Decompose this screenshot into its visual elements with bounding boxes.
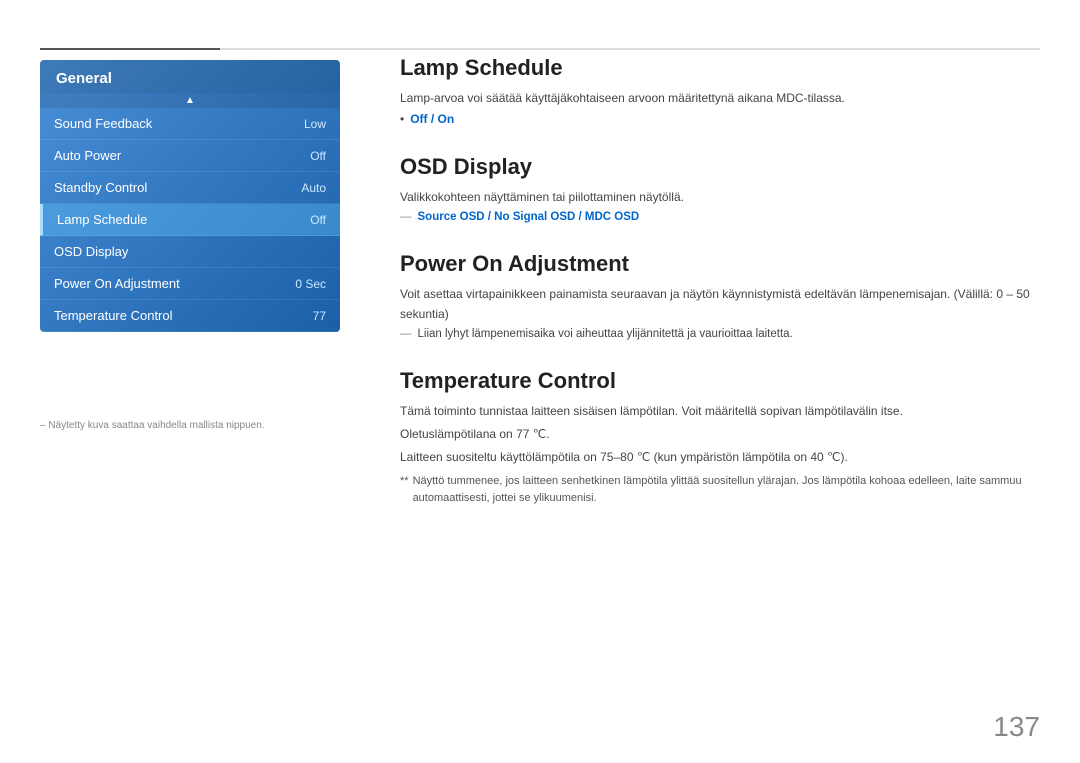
lamp-schedule-option: Off / On: [410, 112, 454, 126]
osd-display-title: OSD Display: [400, 154, 1040, 180]
sidebar-item-value: 77: [313, 309, 326, 323]
temperature-control-body1: Tämä toiminto tunnistaa laitteen sisäise…: [400, 402, 1040, 421]
section-temperature-control: Temperature Control Tämä toiminto tunnis…: [400, 368, 1040, 507]
sidebar-item-sound-feedback[interactable]: Sound Feedback Low: [40, 108, 340, 140]
sidebar-item-label: Power On Adjustment: [54, 276, 180, 291]
sidebar-item-label: Sound Feedback: [54, 116, 152, 131]
sidebar-item-value: 0 Sec: [295, 277, 326, 291]
top-bar: [40, 48, 1040, 50]
lamp-schedule-bullet: Off / On: [400, 112, 1040, 126]
sidebar-note: – Näytetty kuva saattaa vaihdella mallis…: [40, 420, 265, 431]
lamp-schedule-body: Lamp-arvoa voi säätää käyttäjäkohtaiseen…: [400, 89, 1040, 108]
temperature-control-title: Temperature Control: [400, 368, 1040, 394]
sidebar-item-power-on-adjustment[interactable]: Power On Adjustment 0 Sec: [40, 268, 340, 300]
main-content: Lamp Schedule Lamp-arvoa voi säätää käyt…: [400, 55, 1040, 723]
temperature-control-body3: Laitteen suositeltu käyttölämpötila on 7…: [400, 448, 1040, 467]
sidebar-item-standby-control[interactable]: Standby Control Auto: [40, 172, 340, 204]
sidebar-item-label: Temperature Control: [54, 308, 173, 323]
section-osd-display: OSD Display Valikkokohteen näyttäminen t…: [400, 154, 1040, 223]
sidebar-item-value: Off: [310, 149, 326, 163]
sidebar-item-label: Auto Power: [54, 148, 121, 163]
lamp-schedule-title: Lamp Schedule: [400, 55, 1040, 81]
sidebar-item-lamp-schedule[interactable]: Lamp Schedule Off: [40, 204, 340, 236]
sidebar-title: General: [40, 60, 340, 93]
sidebar-item-osd-display[interactable]: OSD Display: [40, 236, 340, 268]
osd-display-body: Valikkokohteen näyttäminen tai piilottam…: [400, 188, 1040, 207]
sidebar-item-temperature-control[interactable]: Temperature Control 77: [40, 300, 340, 332]
power-on-adjustment-title: Power On Adjustment: [400, 251, 1040, 277]
osd-display-subnote: Source OSD / No Signal OSD / MDC OSD: [400, 211, 1040, 223]
sidebar-item-label: Standby Control: [54, 180, 147, 195]
sidebar-item-value: Low: [304, 117, 326, 131]
temperature-control-footnote: Näyttö tummenee, jos laitteen senhetkine…: [400, 473, 1040, 506]
sidebar-item-auto-power[interactable]: Auto Power Off: [40, 140, 340, 172]
sidebar-item-value: Off: [310, 213, 326, 227]
power-on-adjustment-subnote: Liian lyhyt lämpenemisaika voi aiheuttaa…: [400, 328, 1040, 340]
sidebar-arrow: ▲: [40, 93, 340, 108]
temperature-control-body2: Oletuslämpötilana on 77 ℃.: [400, 425, 1040, 444]
page-number: 137: [993, 711, 1040, 743]
sidebar-item-label: OSD Display: [54, 244, 128, 259]
section-power-on-adjustment: Power On Adjustment Voit asettaa virtapa…: [400, 251, 1040, 339]
sidebar: General ▲ Sound Feedback Low Auto Power …: [40, 60, 340, 332]
sidebar-item-label: Lamp Schedule: [57, 212, 147, 227]
sidebar-item-value: Auto: [301, 181, 326, 195]
power-on-adjustment-body: Voit asettaa virtapainikkeen painamista …: [400, 285, 1040, 323]
section-lamp-schedule: Lamp Schedule Lamp-arvoa voi säätää käyt…: [400, 55, 1040, 126]
osd-display-options: Source OSD / No Signal OSD / MDC OSD: [418, 211, 640, 223]
